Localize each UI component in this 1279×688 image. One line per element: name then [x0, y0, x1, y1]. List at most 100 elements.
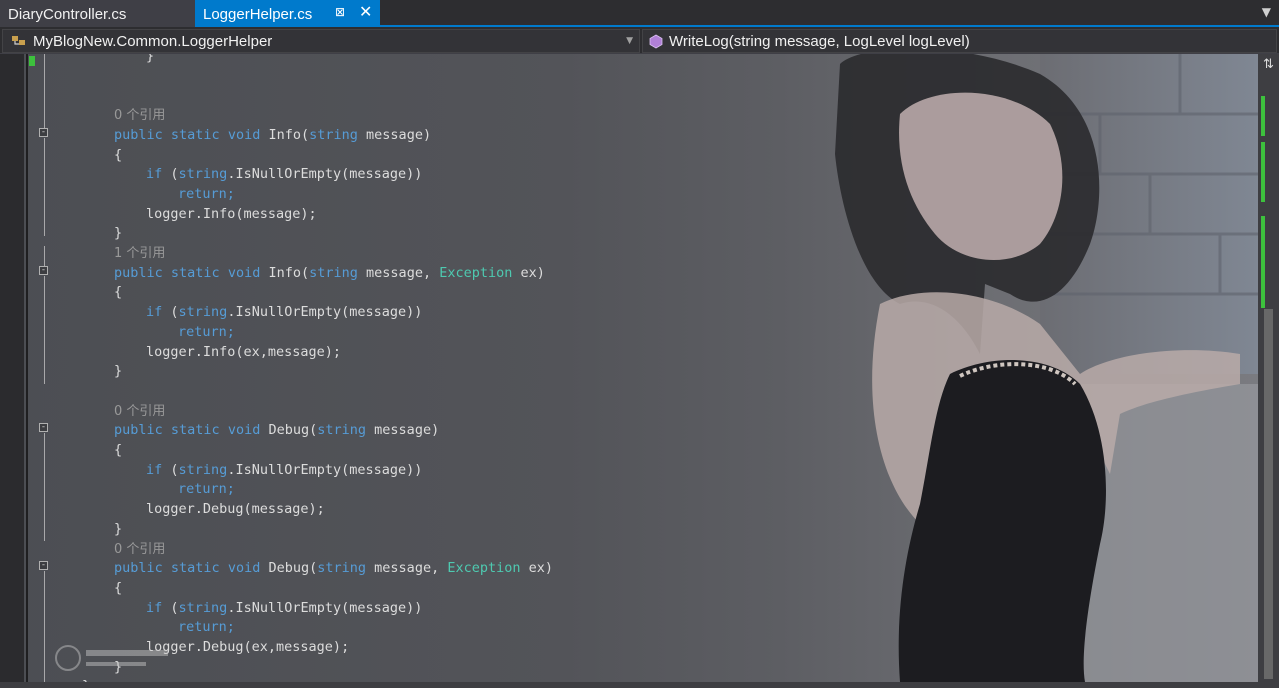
code-editor[interactable]: - - - - } 0 个引用 public static void Info(st…	[0, 54, 1258, 682]
code-line: if (string.IsNullOrEmpty(message))	[146, 164, 422, 184]
type-dropdown-label: MyBlogNew.Common.LoggerHelper	[33, 33, 273, 50]
paren: )	[431, 422, 440, 439]
code-line: {	[114, 145, 122, 165]
separator: ,	[422, 264, 440, 281]
keyword: string	[178, 304, 228, 321]
reference-count-link[interactable]: 0 个引用	[114, 105, 165, 125]
pin-icon[interactable]: ⊠	[335, 5, 345, 19]
param-name: message	[357, 264, 423, 281]
keyword: return;	[178, 619, 235, 636]
reference-count-link[interactable]: 0 个引用	[114, 539, 165, 559]
param-name: ex	[520, 560, 545, 577]
change-tracking-margin	[26, 54, 28, 682]
keyword: string	[178, 166, 228, 183]
param-name: ex	[512, 264, 537, 281]
keyword: public	[114, 422, 163, 439]
paren: (	[162, 461, 179, 478]
code-line: return;	[178, 184, 235, 204]
method-icon	[649, 34, 663, 49]
code-line: return;	[178, 617, 235, 637]
paren: (	[162, 304, 179, 321]
brace: }	[114, 520, 123, 537]
left-margin	[0, 54, 24, 682]
horizontal-scrollbar[interactable]	[0, 682, 1279, 688]
keyword: void	[227, 264, 261, 281]
param-type: string	[317, 422, 367, 439]
paren: )	[544, 560, 554, 577]
method-name: Debug(	[260, 560, 318, 577]
keyword: if	[146, 166, 163, 183]
split-editor-icon[interactable]: ⇅	[1260, 57, 1277, 73]
code-line: logger.Info(message);	[146, 204, 317, 224]
code-line: {	[114, 282, 122, 302]
param-name: message	[357, 126, 423, 143]
background-image	[835, 54, 1258, 682]
collapse-icon[interactable]: -	[39, 128, 48, 137]
dropdown-overflow-icon[interactable]: ▼	[1262, 5, 1271, 19]
code-line: }	[146, 54, 154, 66]
tab-diary-controller[interactable]: DiaryController.cs	[0, 0, 195, 27]
reference-count-label: 0 个引用	[114, 108, 166, 124]
brace: }	[146, 54, 155, 64]
code-line: }	[114, 361, 122, 381]
brace: {	[114, 579, 123, 596]
watermark-logo	[55, 645, 168, 671]
code-line: logger.Debug(message);	[146, 499, 325, 519]
code-line: public static void Debug(string message)	[114, 420, 439, 440]
vertical-scrollbar[interactable]: ⇅	[1258, 54, 1279, 682]
scrollbar-thumb[interactable]	[1264, 309, 1273, 679]
keyword: void	[227, 560, 261, 577]
keyword: public	[114, 264, 163, 281]
collapse-icon[interactable]: -	[39, 266, 48, 275]
statement: logger.Debug(ex,message);	[146, 639, 350, 655]
reference-count-link[interactable]: 1 个引用	[114, 243, 165, 263]
statement: logger.Info(ex,message);	[146, 343, 342, 360]
keyword: public	[114, 126, 163, 143]
collapse-icon[interactable]: -	[39, 561, 48, 570]
change-marker	[1261, 142, 1265, 202]
code-line: if (string.IsNullOrEmpty(message))	[146, 302, 422, 322]
keyword: static	[170, 422, 220, 439]
document-tab-strip: DiaryController.cs LoggerHelper.cs ⊠ ✕ ▼	[0, 0, 1279, 27]
code-line: logger.Debug(ex,message);	[146, 637, 349, 657]
statement: logger.Debug(message);	[146, 501, 325, 518]
param-type: string	[317, 560, 367, 577]
member-dropdown[interactable]: WriteLog(string message, LogLevel logLev…	[642, 29, 1277, 53]
close-icon[interactable]: ✕	[359, 2, 372, 21]
reference-count-link[interactable]: 0 个引用	[114, 401, 165, 421]
separator: ,	[431, 560, 448, 577]
member-dropdown-label: WriteLog(string message, LogLevel logLev…	[669, 33, 970, 50]
brace: }	[114, 363, 123, 380]
reference-count-label: 1 个引用	[114, 246, 166, 261]
method-name: Debug(	[260, 422, 318, 439]
brace: {	[114, 284, 123, 301]
keyword: if	[146, 304, 163, 321]
paren: )	[422, 126, 432, 143]
class-icon	[12, 36, 25, 45]
code-line: return;	[178, 479, 235, 499]
keyword: string	[178, 599, 228, 616]
expression: .IsNullOrEmpty(message))	[227, 166, 423, 183]
expression: .IsNullOrEmpty(message))	[227, 461, 423, 478]
code-line: public static void Info(string message, …	[114, 263, 545, 283]
method-name: Info(	[260, 126, 310, 143]
paren: )	[536, 264, 545, 281]
code-line: {	[114, 440, 122, 460]
change-marker	[1261, 96, 1265, 136]
code-line: if (string.IsNullOrEmpty(message))	[146, 598, 422, 618]
keyword: static	[170, 264, 220, 281]
collapse-icon[interactable]: -	[39, 423, 48, 432]
paren: (	[162, 166, 179, 183]
brace: {	[114, 146, 123, 163]
change-marker	[29, 56, 35, 66]
tab-logger-helper[interactable]: LoggerHelper.cs ⊠ ✕	[195, 0, 380, 27]
expression: .IsNullOrEmpty(message))	[227, 304, 423, 321]
type-dropdown[interactable]: MyBlogNew.Common.LoggerHelper ▼	[2, 29, 640, 53]
tab-label: DiaryController.cs	[8, 6, 127, 23]
change-marker	[1261, 216, 1265, 308]
